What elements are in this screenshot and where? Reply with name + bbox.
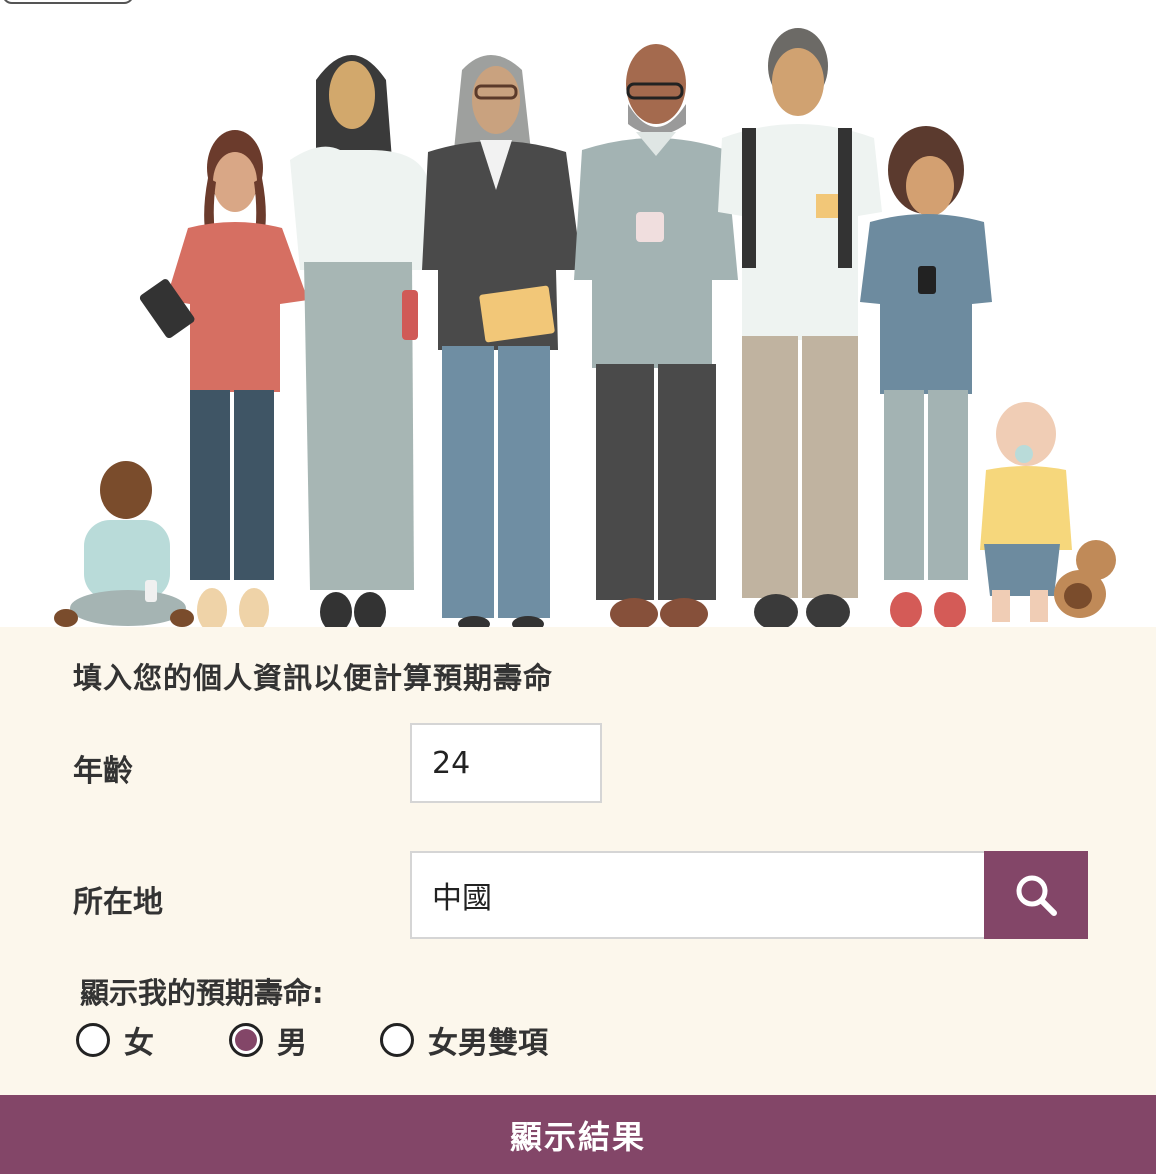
- location-label: 所在地: [73, 885, 163, 920]
- radio-male[interactable]: 男: [229, 1018, 307, 1062]
- age-label: 年齡: [73, 754, 133, 789]
- radio-female-circle[interactable]: [76, 1023, 110, 1057]
- radio-male-label: 男: [277, 1026, 307, 1061]
- location-input[interactable]: 中國: [410, 851, 986, 939]
- search-icon: [1016, 875, 1057, 916]
- woman-hijab-figure: [290, 55, 430, 628]
- baby-sitting-figure: [54, 461, 194, 627]
- hero-illustration: [54, 28, 1116, 628]
- radio-female-label: 女: [124, 1026, 154, 1061]
- show-results-button[interactable]: 顯示結果: [0, 1095, 1156, 1174]
- young-man-figure: [718, 28, 882, 628]
- radio-both-circle[interactable]: [380, 1023, 414, 1057]
- radio-selected-dot: [235, 1029, 257, 1051]
- sex-prompt: 顯示我的預期壽命:: [80, 976, 324, 1010]
- age-input[interactable]: 24: [410, 723, 602, 803]
- radio-male-circle[interactable]: [229, 1023, 263, 1057]
- radio-both-label: 女男雙項: [428, 1026, 548, 1061]
- age-input-value: 24: [432, 745, 471, 781]
- radio-both[interactable]: 女男雙項: [380, 1018, 548, 1062]
- location-input-value: 中國: [432, 881, 492, 916]
- form-heading: 填入您的個人資訊以便計算預期壽命: [73, 661, 554, 695]
- older-man-figure: [574, 44, 738, 628]
- toddler-figure: [980, 402, 1116, 622]
- older-woman-figure: [422, 55, 582, 628]
- radio-female[interactable]: 女: [76, 1018, 154, 1062]
- search-button[interactable]: [984, 851, 1088, 939]
